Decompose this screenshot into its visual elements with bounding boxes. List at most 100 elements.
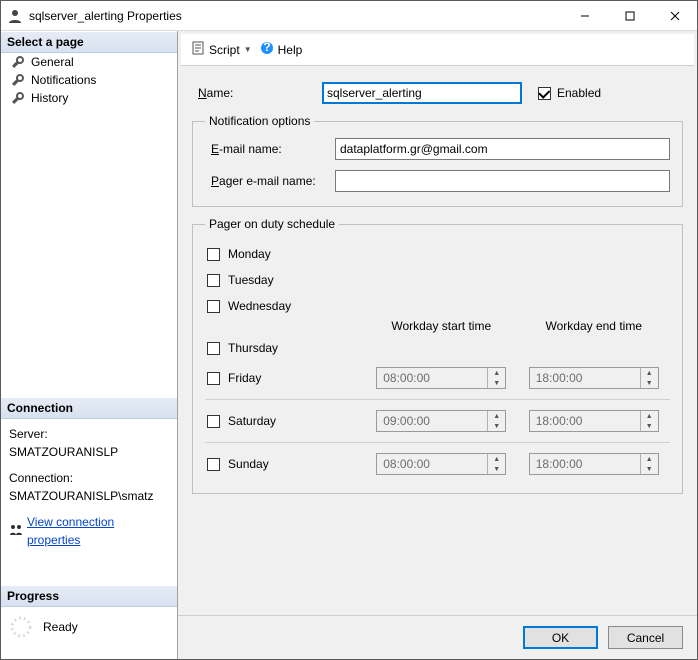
view-connection-properties-label: View connection properties bbox=[27, 513, 169, 549]
titlebar: sqlserver_alerting Properties bbox=[1, 1, 697, 31]
spin-down-icon[interactable]: ▼ bbox=[641, 378, 658, 388]
day-label: Saturday bbox=[228, 414, 276, 428]
people-icon bbox=[9, 522, 23, 541]
toolbar: Script ▼ ? Help bbox=[181, 34, 694, 66]
wrench-icon bbox=[11, 91, 25, 105]
progress-spinner-icon bbox=[9, 615, 33, 639]
schedule-row: Friday08:00:00▲▼18:00:00▲▼ bbox=[205, 361, 670, 395]
spin-up-icon[interactable]: ▲ bbox=[641, 411, 658, 421]
pager-schedule-label: Pager on duty schedule bbox=[205, 217, 339, 231]
view-connection-properties-link[interactable]: View connection properties bbox=[9, 513, 169, 549]
day-label: Thursday bbox=[228, 341, 278, 355]
script-button[interactable]: Script ▼ bbox=[191, 41, 252, 58]
operator-icon bbox=[7, 8, 23, 24]
help-label: Help bbox=[278, 43, 303, 57]
script-icon bbox=[191, 41, 205, 58]
button-bar: OK Cancel bbox=[178, 615, 697, 659]
pager-email-input[interactable] bbox=[335, 170, 670, 192]
day-label: Friday bbox=[228, 371, 261, 385]
day-label: Wednesday bbox=[228, 299, 291, 313]
select-page-header: Select a page bbox=[1, 31, 177, 53]
time-value: 18:00:00 bbox=[530, 368, 640, 388]
sidebar-item-general[interactable]: General bbox=[1, 53, 177, 71]
spin-up-icon[interactable]: ▲ bbox=[488, 454, 505, 464]
day-checkbox-saturday[interactable] bbox=[207, 415, 220, 428]
email-input[interactable] bbox=[335, 138, 670, 160]
wrench-icon bbox=[11, 55, 25, 69]
day-checkbox-tuesday[interactable] bbox=[207, 274, 220, 287]
workday-start-time[interactable]: 08:00:00▲▼ bbox=[376, 453, 506, 475]
minimize-button[interactable] bbox=[562, 1, 607, 30]
schedule-row: Thursday bbox=[205, 335, 670, 361]
notification-options-group: Notification options E-mail name: Pager … bbox=[192, 114, 683, 207]
sidebar-item-history[interactable]: History bbox=[1, 89, 177, 107]
workday-end-label: Workday end time bbox=[518, 319, 671, 333]
close-button[interactable] bbox=[652, 1, 697, 30]
email-label: E-mail name: bbox=[205, 142, 335, 156]
day-checkbox-wednesday[interactable] bbox=[207, 300, 220, 313]
schedule-row: Saturday09:00:00▲▼18:00:00▲▼ bbox=[205, 399, 670, 438]
spin-down-icon[interactable]: ▼ bbox=[488, 464, 505, 474]
ok-button[interactable]: OK bbox=[523, 626, 598, 649]
connection-label: Connection: bbox=[9, 469, 169, 487]
time-value: 09:00:00 bbox=[377, 411, 487, 431]
progress-status: Ready bbox=[43, 620, 78, 634]
pager-schedule-group: Pager on duty schedule Monday Tuesday Wedn… bbox=[192, 217, 683, 494]
spin-down-icon[interactable]: ▼ bbox=[488, 421, 505, 431]
name-input[interactable] bbox=[322, 82, 522, 104]
day-checkbox-sunday[interactable] bbox=[207, 458, 220, 471]
server-value: SMATZOURANISLP bbox=[9, 443, 169, 461]
connection-value: SMATZOURANISLP\smatz bbox=[9, 487, 169, 505]
day-checkbox-monday[interactable] bbox=[207, 248, 220, 261]
spin-down-icon[interactable]: ▼ bbox=[488, 378, 505, 388]
schedule-row: Monday bbox=[205, 241, 670, 267]
spin-up-icon[interactable]: ▲ bbox=[488, 411, 505, 421]
enabled-label: Enabled bbox=[557, 86, 601, 100]
server-label: Server: bbox=[9, 425, 169, 443]
schedule-row: Sunday08:00:00▲▼18:00:00▲▼ bbox=[205, 442, 670, 481]
day-label: Monday bbox=[228, 247, 271, 261]
workday-start-time[interactable]: 09:00:00▲▼ bbox=[376, 410, 506, 432]
spin-up-icon[interactable]: ▲ bbox=[488, 368, 505, 378]
enabled-checkbox[interactable] bbox=[538, 87, 551, 100]
day-checkbox-thursday[interactable] bbox=[207, 342, 220, 355]
time-value: 18:00:00 bbox=[530, 454, 640, 474]
schedule-row: Wednesday bbox=[205, 293, 670, 319]
day-checkbox-friday[interactable] bbox=[207, 372, 220, 385]
workday-end-time[interactable]: 18:00:00▲▼ bbox=[529, 410, 659, 432]
pager-email-label: Pager e-mail name: bbox=[205, 174, 335, 188]
workday-start-time[interactable]: 08:00:00▲▼ bbox=[376, 367, 506, 389]
help-icon: ? bbox=[260, 41, 274, 58]
time-headers: Workday start timeWorkday end time bbox=[365, 319, 670, 333]
svg-text:?: ? bbox=[263, 41, 270, 54]
spin-down-icon[interactable]: ▼ bbox=[641, 464, 658, 474]
sidebar-item-notifications[interactable]: Notifications bbox=[1, 71, 177, 89]
workday-start-label: Workday start time bbox=[365, 319, 518, 333]
cancel-button[interactable]: Cancel bbox=[608, 626, 683, 649]
workday-end-time[interactable]: 18:00:00▲▼ bbox=[529, 453, 659, 475]
page-list: General Notifications History bbox=[1, 53, 177, 107]
main-panel: Script ▼ ? Help Name: bbox=[178, 31, 697, 659]
progress-block: Ready bbox=[1, 607, 177, 659]
day-label: Sunday bbox=[228, 457, 269, 471]
day-label: Tuesday bbox=[228, 273, 274, 287]
progress-header: Progress bbox=[1, 585, 177, 607]
wrench-icon bbox=[11, 73, 25, 87]
connection-block: Server: SMATZOURANISLP Connection: SMATZ… bbox=[1, 419, 177, 555]
sidebar-item-label: General bbox=[31, 55, 74, 69]
maximize-button[interactable] bbox=[607, 1, 652, 30]
spin-up-icon[interactable]: ▲ bbox=[641, 368, 658, 378]
sidebar-item-label: History bbox=[31, 91, 68, 105]
notification-options-label: Notification options bbox=[205, 114, 314, 128]
sidebar: Select a page General Notifications bbox=[1, 31, 178, 659]
help-button[interactable]: ? Help bbox=[260, 41, 303, 58]
time-value: 08:00:00 bbox=[377, 368, 487, 388]
time-value: 08:00:00 bbox=[377, 454, 487, 474]
sidebar-item-label: Notifications bbox=[31, 73, 96, 87]
schedule-row: Tuesday bbox=[205, 267, 670, 293]
name-label: Name: bbox=[192, 86, 322, 100]
spin-down-icon[interactable]: ▼ bbox=[641, 421, 658, 431]
workday-end-time[interactable]: 18:00:00▲▼ bbox=[529, 367, 659, 389]
spin-up-icon[interactable]: ▲ bbox=[641, 454, 658, 464]
connection-header: Connection bbox=[1, 397, 177, 419]
